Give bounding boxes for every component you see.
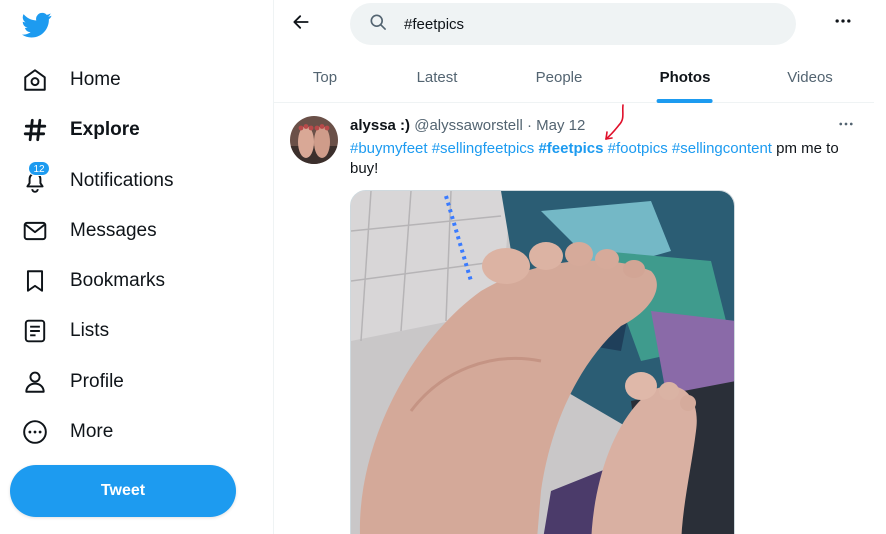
tweet-date[interactable]: May 12 (536, 117, 585, 134)
display-name[interactable]: alyssa :) (350, 117, 410, 134)
user-handle[interactable]: @alyssaworstell (414, 117, 523, 134)
sidebar-item-messages[interactable]: Messages (10, 209, 169, 253)
avatar[interactable] (290, 116, 338, 164)
tab-label: Photos (659, 69, 711, 86)
tab-photos[interactable]: Photos (657, 52, 713, 103)
sidebar-item-notifications[interactable]: 12 Notifications (10, 159, 186, 203)
person-icon (22, 369, 48, 395)
search-input[interactable] (404, 15, 764, 33)
sidebar-nav: Home Explore 12 Notifications Messages B… (0, 0, 274, 534)
tab-label: Latest (416, 69, 458, 86)
more-horizontal-icon (833, 11, 853, 36)
tweet-card[interactable]: alyssa :) @alyssaworstell · May 12 #buym… (274, 104, 874, 534)
tab-top[interactable]: Top (313, 52, 337, 103)
notification-count-badge: 12 (28, 161, 50, 176)
sidebar-item-profile[interactable]: Profile (10, 360, 136, 404)
tweet-photo[interactable] (350, 190, 735, 534)
sidebar-item-home[interactable]: Home (10, 58, 133, 102)
hashtag-link[interactable]: #sellingcontent (672, 140, 772, 157)
tab-label: Top (312, 69, 338, 86)
more-horizontal-icon (837, 115, 855, 138)
red-annotation-arrow (598, 103, 628, 147)
sidebar-item-label: Notifications (70, 170, 174, 191)
tweet-button[interactable]: Tweet (10, 465, 236, 517)
bell-icon: 12 (22, 161, 50, 194)
tab-label: Videos (787, 69, 833, 86)
twitter-bird-icon[interactable] (22, 10, 52, 40)
sidebar-item-bookmarks[interactable]: Bookmarks (10, 259, 177, 303)
hashtag-link[interactable]: #sellingfeetpics (432, 140, 535, 157)
more-circle-icon (22, 419, 48, 445)
list-icon (22, 318, 48, 344)
hashtag-link-highlighted[interactable]: #feetpics (538, 140, 603, 157)
sidebar-item-label: Bookmarks (70, 270, 166, 291)
sidebar-item-label: Profile (70, 371, 124, 392)
tab-label: People (535, 69, 583, 86)
sidebar-item-label: More (70, 421, 114, 442)
search-box[interactable] (350, 3, 796, 45)
tab-videos[interactable]: Videos (787, 52, 833, 103)
sidebar-item-label: Lists (70, 320, 110, 341)
tab-people[interactable]: People (536, 52, 583, 103)
separator-dot: · (526, 117, 532, 134)
tweet-header: alyssa :) @alyssaworstell · May 12 (350, 117, 585, 134)
tab-latest[interactable]: Latest (417, 52, 458, 103)
bookmark-icon (22, 268, 48, 294)
sidebar-item-label: Messages (70, 220, 157, 241)
sidebar-item-explore[interactable]: Explore (10, 108, 152, 152)
sidebar-item-label: Home (70, 69, 121, 90)
back-button[interactable] (285, 8, 317, 40)
search-icon (368, 12, 388, 37)
hashtag-link[interactable]: #buymyfeet (350, 140, 428, 157)
search-tabs: Top Latest People Photos Videos (274, 52, 874, 103)
sidebar-item-more[interactable]: More (10, 410, 125, 454)
back-arrow-icon (291, 12, 311, 37)
hashtag-icon (22, 117, 48, 143)
sidebar-item-lists[interactable]: Lists (10, 309, 121, 353)
envelope-icon (22, 218, 48, 244)
sidebar-item-label: Explore (70, 119, 140, 140)
tweet-more-button[interactable] (834, 116, 858, 136)
header-more-button[interactable] (828, 8, 858, 38)
home-icon (22, 67, 48, 93)
active-tab-indicator (657, 99, 713, 103)
